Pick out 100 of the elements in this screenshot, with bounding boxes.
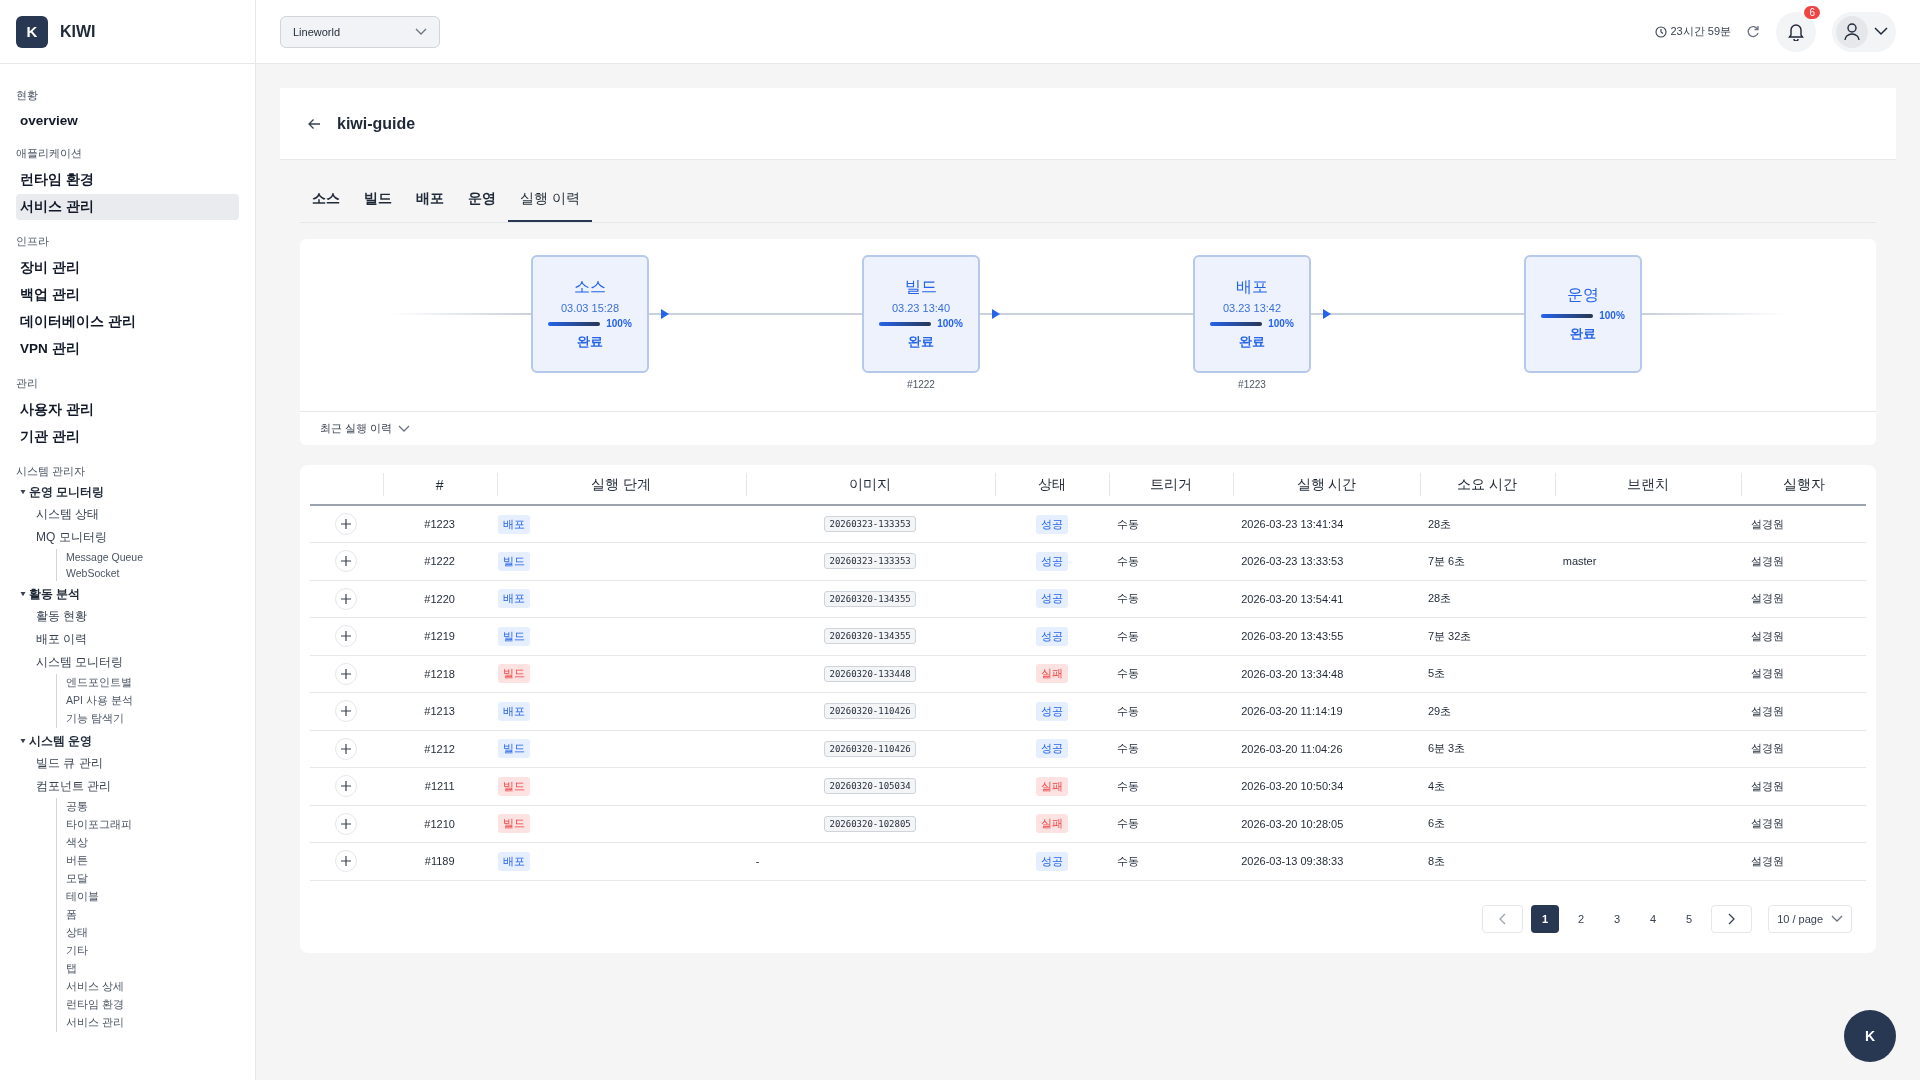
stage-card[interactable]: 운영 100% 완료 <box>1524 255 1642 373</box>
tree-item[interactable]: 빌드 큐 관리 <box>16 752 239 775</box>
table-cell: 수동 <box>1116 704 1139 717</box>
table-cell: 2026-03-20 11:04:26 <box>1241 742 1343 755</box>
arrow-right-icon <box>661 309 669 319</box>
status-tag: 성공 <box>1035 589 1068 609</box>
column-header: # <box>382 465 497 505</box>
arrow-right-icon <box>992 309 1000 319</box>
tree-item[interactable]: 폼 <box>66 906 239 924</box>
tree-item[interactable]: 시스템 상태 <box>16 503 239 526</box>
tree-item[interactable]: 기능 탐색기 <box>66 710 239 728</box>
tree-item[interactable]: 배포 이력 <box>16 628 239 651</box>
expand-row-button[interactable] <box>335 700 358 723</box>
table-cell: #1220 <box>382 580 497 618</box>
sidebar-item[interactable]: VPN 관리 <box>16 336 239 362</box>
expand-row-button[interactable] <box>335 812 358 835</box>
page-size-select[interactable]: 10 / page <box>1768 904 1852 933</box>
stage-tag: 빌드 <box>497 776 530 796</box>
user-menu-button[interactable] <box>1832 11 1896 52</box>
expand-row-button[interactable] <box>335 625 358 648</box>
page-button[interactable]: 1 <box>1531 904 1560 933</box>
stage-status: 완료 <box>908 333 934 351</box>
tree-item[interactable]: 서비스 관리 <box>66 1014 239 1032</box>
table-cell: 수동 <box>1116 817 1139 830</box>
page-button[interactable]: 2 <box>1567 904 1596 933</box>
recent-history-toggle[interactable]: 최근 실행 이력 <box>300 411 1876 445</box>
expand-row-button[interactable] <box>335 662 358 685</box>
tree-item[interactable]: 공통 <box>66 798 239 816</box>
tab[interactable]: 배포 <box>404 180 456 222</box>
table-cell: #1211 <box>382 767 497 805</box>
tree-item[interactable]: 기타 <box>66 942 239 960</box>
sidebar-item[interactable]: 서비스 관리 <box>16 194 239 220</box>
run-number: #1222 <box>907 379 935 391</box>
table-cell: 수동 <box>1116 742 1139 755</box>
tree-item[interactable]: 모달 <box>66 870 239 888</box>
tab[interactable]: 소스 <box>300 180 352 222</box>
progress-percent: 100% <box>937 318 963 329</box>
next-page-button[interactable] <box>1711 904 1753 933</box>
tree-item[interactable]: 테이블 <box>66 888 239 906</box>
stage-tag: 빌드 <box>497 814 530 834</box>
expand-row-button[interactable] <box>335 513 358 535</box>
back-arrow-icon[interactable] <box>308 117 321 130</box>
tree-item[interactable]: 상태 <box>66 924 239 942</box>
tree-item[interactable]: 서비스 상세 <box>66 978 239 996</box>
tree-item[interactable]: 런타임 환경 <box>66 996 239 1014</box>
sidebar-item[interactable]: 장비 관리 <box>16 255 239 281</box>
tree-item[interactable]: API 사용 분석 <box>66 692 239 710</box>
tree-item[interactable]: MQ 모니터링 <box>16 526 239 549</box>
tree-item[interactable]: 엔드포인트별 <box>66 674 239 692</box>
tree-item[interactable]: 활동 현황 <box>16 605 239 628</box>
tree-item[interactable]: 타이포그래피 <box>66 816 239 834</box>
expand-row-button[interactable] <box>335 775 358 798</box>
column-header: 이미지 <box>745 465 995 505</box>
sidebar-item[interactable]: overview <box>16 109 239 132</box>
tree-item[interactable]: 탭 <box>66 960 239 978</box>
workspace-select[interactable]: Lineworld <box>280 15 440 48</box>
plus-icon <box>341 593 352 604</box>
section-title: 현황 <box>16 88 39 103</box>
stage-card[interactable]: 빌드 03.23 13:40 100% 완료 <box>862 255 980 373</box>
sidebar-item[interactable]: 런타임 환경 <box>16 167 239 193</box>
tree-item[interactable]: 버튼 <box>66 852 239 870</box>
stage-status: 완료 <box>1239 333 1265 351</box>
tree-group[interactable]: 활동 분석 <box>29 587 81 602</box>
chevron-left-icon <box>1499 912 1507 925</box>
sidebar-item[interactable]: 사용자 관리 <box>16 397 239 423</box>
table-cell: 설경원 <box>1751 742 1785 755</box>
tab[interactable]: 운영 <box>456 180 508 222</box>
expand-row-button[interactable] <box>335 737 358 760</box>
tree-item[interactable]: 시스템 모니터링 <box>16 651 239 674</box>
page-title: kiwi-guide <box>337 114 416 133</box>
expand-row-button[interactable] <box>335 587 358 610</box>
tree-item[interactable]: 컴포넌트 관리 <box>16 775 239 798</box>
tree-item[interactable]: WebSocket <box>66 565 239 581</box>
page-button[interactable]: 3 <box>1603 904 1632 933</box>
section-title: 애플리케이션 <box>16 146 83 161</box>
tree-group[interactable]: 운영 모니터링 <box>29 485 105 500</box>
table-cell: 6분 3초 <box>1427 742 1466 755</box>
expand-row-button[interactable] <box>335 550 358 573</box>
sidebar-item[interactable]: 데이터베이스 관리 <box>16 309 239 335</box>
stage-card[interactable]: 배포 03.23 13:42 100% 완료 <box>1193 255 1311 373</box>
tree-group[interactable]: 시스템 운영 <box>29 734 93 749</box>
tab[interactable]: 실행 이력 <box>508 180 592 222</box>
assistant-button[interactable]: K <box>1844 1010 1896 1062</box>
user-icon <box>1844 22 1860 41</box>
status-tag: 성공 <box>1035 851 1068 871</box>
status-tag: 실패 <box>1035 814 1068 834</box>
table-cell: 2026-03-23 13:41:34 <box>1241 518 1344 530</box>
stage-card[interactable]: 소스 03.03 15:28 100% 완료 <box>531 255 649 373</box>
tab[interactable]: 빌드 <box>352 180 404 222</box>
page-button[interactable]: 5 <box>1675 904 1704 933</box>
tree-item[interactable]: Message Queue <box>66 549 239 565</box>
table-cell: 설경원 <box>1751 779 1785 792</box>
sidebar-item[interactable]: 백업 관리 <box>16 282 239 308</box>
tree-item[interactable]: 색상 <box>66 834 239 852</box>
refresh-icon[interactable] <box>1747 25 1760 38</box>
expand-row-button[interactable] <box>335 850 358 873</box>
page-button[interactable]: 4 <box>1639 904 1668 933</box>
sidebar-item[interactable]: 기관 관리 <box>16 424 239 450</box>
plus-icon <box>341 818 352 829</box>
table-cell: 수동 <box>1116 592 1139 605</box>
